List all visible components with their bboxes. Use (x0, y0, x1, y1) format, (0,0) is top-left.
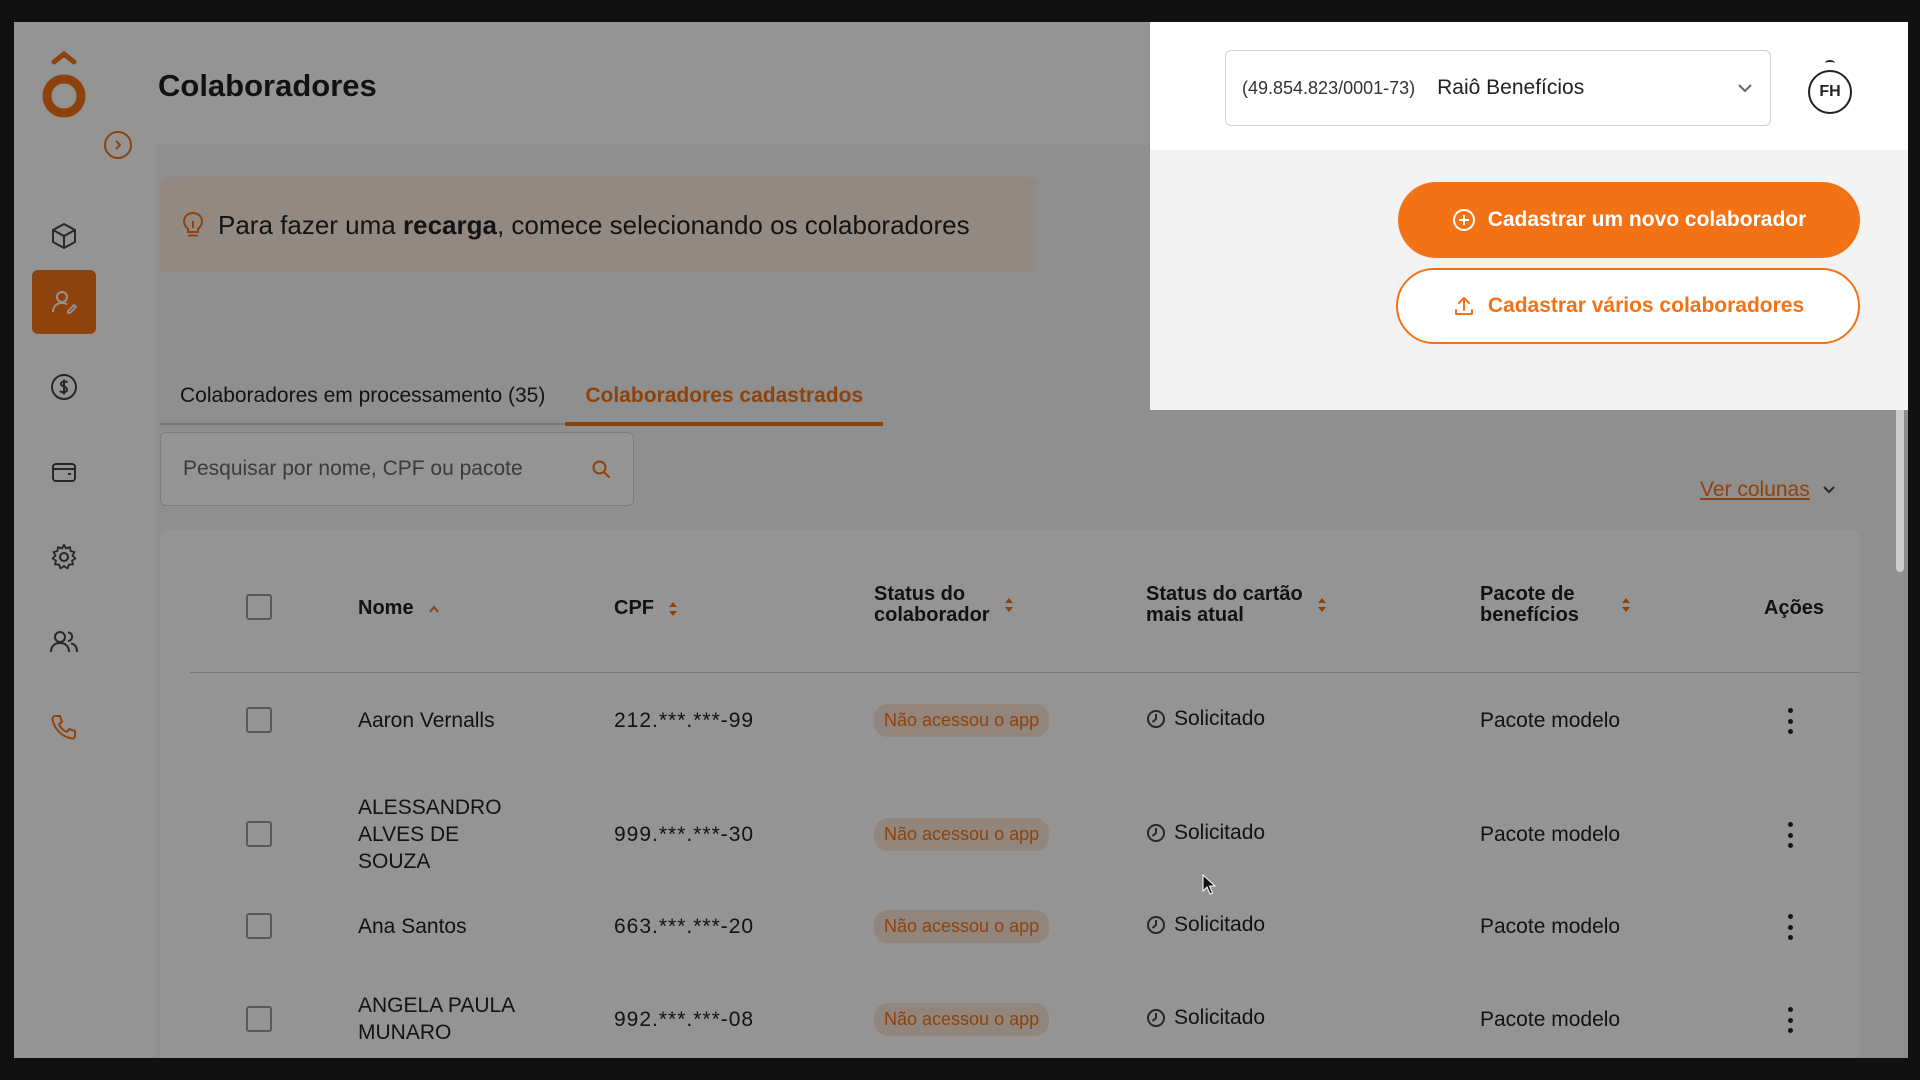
company-select[interactable]: (49.854.823/0001-73) Raiô Benefícios (1225, 50, 1771, 126)
spotlight-highlight: (49.854.823/0001-73) Raiô Benefícios FH … (1150, 22, 1908, 410)
app-window: Colaboradores Para fazer uma recarga, co… (14, 22, 1908, 1058)
chevron-down-icon (1738, 84, 1752, 93)
company-cnpj: (49.854.823/0001-73) (1242, 77, 1416, 98)
user-avatar[interactable]: FH (1808, 70, 1852, 114)
upload-icon (1454, 297, 1473, 315)
register-collaborator-button[interactable]: Cadastrar um novo colaborador (1398, 182, 1860, 258)
company-name: Raiô Benefícios (1437, 76, 1585, 99)
top-bar: (49.854.823/0001-73) Raiô Benefícios FH (1150, 22, 1908, 150)
avatar-accent (1825, 60, 1835, 66)
bulk-register-button[interactable]: Cadastrar vários colaboradores (1396, 268, 1860, 344)
mouse-cursor-icon (1202, 874, 1216, 895)
plus-circle-icon (1452, 209, 1475, 231)
